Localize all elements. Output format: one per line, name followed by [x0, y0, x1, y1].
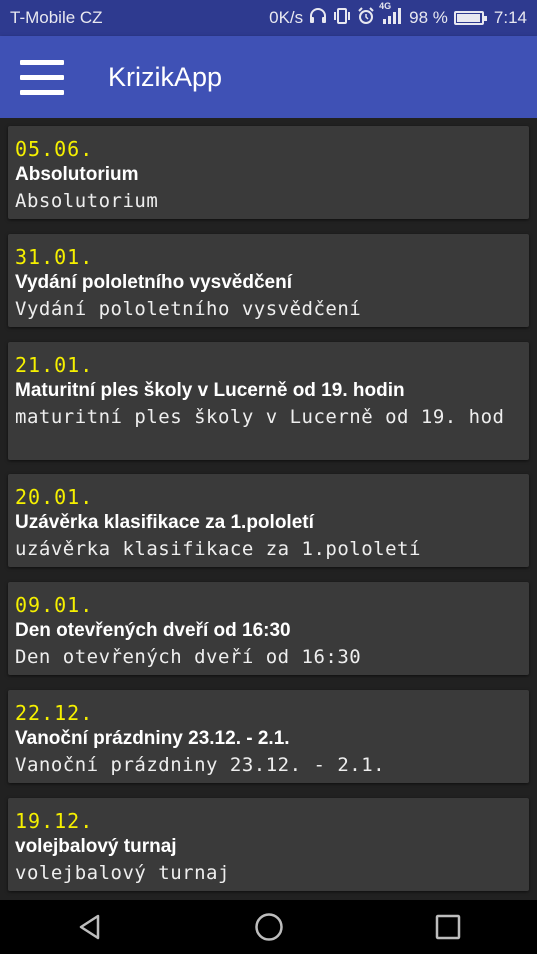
recents-square-icon[interactable] — [428, 907, 468, 947]
event-card[interactable]: 22.12. Vanoční prázdniny 23.12. - 2.1. V… — [8, 690, 529, 783]
event-description: Vanoční prázdniny 23.12. - 2.1. — [15, 754, 386, 776]
event-title: Vydání pololetního vysvědčení — [15, 272, 292, 293]
event-card[interactable]: 31.01. Vydání pololetního vysvědčení Vyd… — [8, 234, 529, 327]
event-title: Uzávěrka klasifikace za 1.pololetí — [15, 512, 314, 533]
signal-icon: 4G — [379, 1, 403, 29]
hamburger-menu-icon[interactable] — [20, 58, 64, 96]
event-card[interactable]: 20.01. Uzávěrka klasifikace za 1.pololet… — [8, 474, 529, 567]
carrier-label: T-Mobile CZ — [10, 8, 103, 27]
event-card[interactable]: 21.01. Maturitní ples školy v Lucerně od… — [8, 342, 529, 460]
status-bar: T-Mobile CZ 0K/s 4G 98 % 7:14 — [0, 0, 537, 36]
event-description: uzávěrka klasifikace za 1.pololetí — [15, 538, 421, 560]
event-title: Den otevřených dveří od 16:30 — [15, 620, 291, 641]
app-title: KrizikApp — [108, 61, 223, 92]
event-description: Den otevřených dveří od 16:30 — [15, 646, 362, 668]
headphones-icon — [309, 8, 327, 28]
clock: 7:14 — [493, 8, 527, 27]
back-triangle-icon[interactable] — [70, 907, 110, 947]
event-description: maturitní ples školy v Lucerně od 19. ho… — [15, 406, 505, 428]
event-title: volejbalový turnaj — [15, 836, 177, 857]
event-list[interactable]: 05.06. Absolutorium Absolutorium 31.01. … — [0, 118, 537, 900]
event-date: 19.12. — [15, 809, 94, 833]
event-title: Maturitní ples školy v Lucerně od 19. ho… — [15, 380, 405, 401]
event-description: volejbalový turnaj — [15, 862, 230, 884]
status-indicators: 0K/s 4G 98 % 7:14 — [269, 1, 527, 29]
event-card[interactable]: 19.12. volejbalový turnaj volejbalový tu… — [8, 798, 529, 891]
alarm-icon — [357, 7, 375, 29]
event-date: 09.01. — [15, 593, 94, 617]
battery-icon — [453, 11, 487, 25]
network-type: 4G — [379, 1, 392, 11]
battery-percent: 98 % — [409, 8, 448, 27]
app-bar: KrizikApp — [0, 36, 537, 118]
navigation-bar — [0, 900, 537, 954]
vibrate-icon — [333, 8, 351, 28]
event-card[interactable]: 05.06. Absolutorium Absolutorium — [8, 126, 529, 219]
event-title: Vanoční prázdniny 23.12. - 2.1. — [15, 728, 290, 749]
event-date: 21.01. — [15, 353, 94, 377]
event-date: 31.01. — [15, 245, 94, 269]
event-date: 22.12. — [15, 701, 94, 725]
home-circle-icon[interactable] — [249, 907, 289, 947]
event-date: 05.06. — [15, 137, 94, 161]
event-card[interactable]: 09.01. Den otevřených dveří od 16:30 Den… — [8, 582, 529, 675]
network-speed: 0K/s — [269, 8, 304, 27]
event-description: Absolutorium — [15, 190, 159, 212]
event-description: Vydání pololetního vysvědčení — [15, 298, 362, 320]
event-date: 20.01. — [15, 485, 94, 509]
event-title: Absolutorium — [15, 164, 139, 185]
